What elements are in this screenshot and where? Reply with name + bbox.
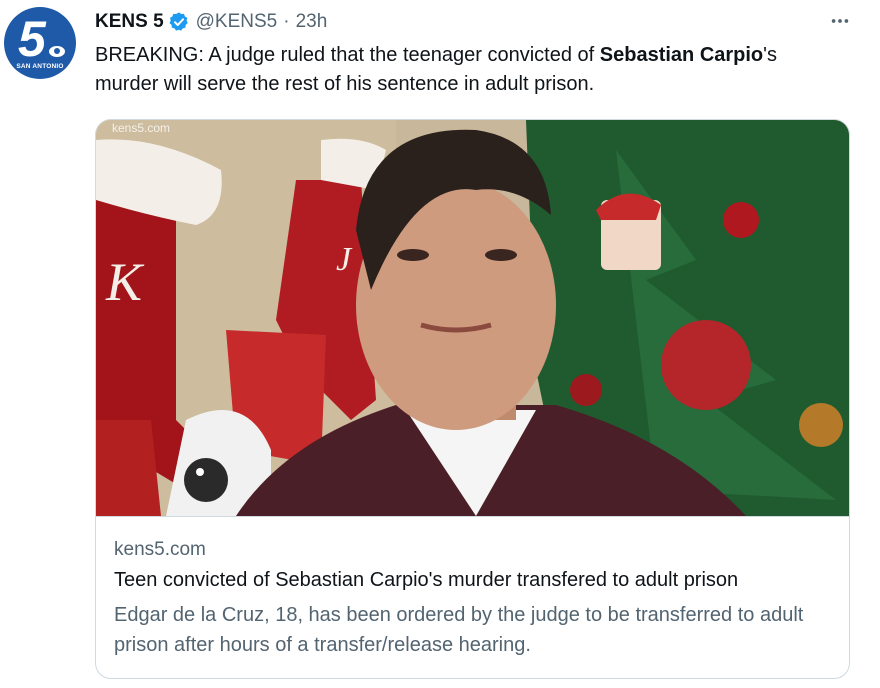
display-name[interactable]: KENS 5 — [95, 11, 164, 33]
cbs-eye-icon — [48, 45, 66, 58]
tweet-text: BREAKING: A judge ruled that the teenage… — [95, 41, 815, 99]
tweet-text-bold-first: Sebastian — [599, 44, 695, 66]
card-image[interactable]: K J kens5.com — [96, 120, 850, 516]
more-horizontal-icon[interactable] — [822, 6, 858, 36]
verified-badge-icon — [169, 12, 188, 31]
tweet-timestamp[interactable]: 23h — [296, 11, 328, 33]
link-preview-card[interactable]: K J kens5.com kens5.com Teen convicted o… — [95, 119, 850, 679]
image-watermark: kens5.com — [112, 121, 170, 135]
card-description: Edgar de la Cruz, 18, has been ordered b… — [114, 604, 804, 656]
tweet-text-bold-last: Carpio — [699, 44, 764, 66]
user-handle[interactable]: @KENS5 — [196, 11, 278, 33]
stocking-letter-j: J — [336, 241, 353, 278]
avatar-city-label: SAN ANTONIO — [16, 63, 64, 70]
avatar-logo-number: 5 — [18, 11, 46, 67]
avatar[interactable]: 5 SAN ANTONIO — [4, 7, 76, 79]
stocking-letter-k: K — [105, 252, 145, 312]
separator-dot: · — [283, 11, 290, 32]
tweet-header: KENS 5 @KENS5 · 23h — [95, 10, 327, 34]
card-body[interactable]: kens5.com Teen convicted of Sebastian Ca… — [96, 516, 849, 678]
card-title: Teen convicted of Sebastian Carpio's mur… — [114, 569, 739, 591]
tweet-text-part1: BREAKING: A judge ruled that the teenage… — [95, 44, 600, 66]
more-dots-glyph — [831, 19, 849, 23]
card-domain: kens5.com — [114, 539, 206, 560]
